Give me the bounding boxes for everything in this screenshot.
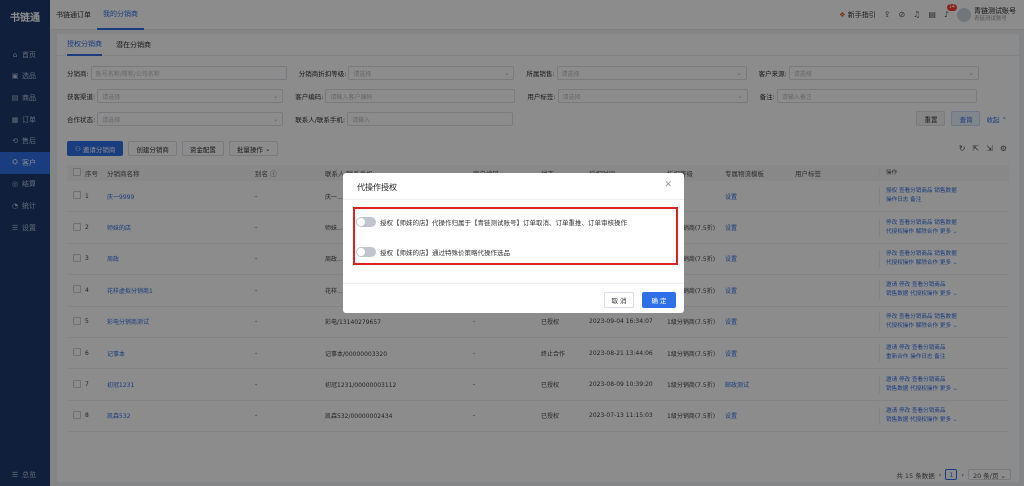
close-icon[interactable]: ✕ bbox=[664, 180, 672, 190]
modal-title: 代操作授权 bbox=[357, 183, 397, 192]
order-auth-toggle[interactable] bbox=[356, 217, 376, 227]
product-auth-toggle[interactable] bbox=[356, 247, 376, 257]
option-order-authorization: 授权【师妹的店】代操作归属于【青链测试账号】订单取消、订单重推、订单审核操作 bbox=[356, 217, 627, 227]
option1-label: 授权【师妹的店】代操作归属于【青链测试账号】订单取消、订单重推、订单审核操作 bbox=[380, 219, 627, 227]
modal-divider bbox=[343, 199, 684, 200]
confirm-button[interactable]: 确 定 bbox=[642, 292, 676, 308]
cancel-button[interactable]: 取 消 bbox=[604, 292, 634, 308]
option2-label: 授权【师妹的店】通过特殊价策略代操作选品 bbox=[380, 249, 510, 257]
modal-footer-divider bbox=[343, 283, 684, 284]
option-product-authorization: 授权【师妹的店】通过特殊价策略代操作选品 bbox=[356, 247, 510, 257]
